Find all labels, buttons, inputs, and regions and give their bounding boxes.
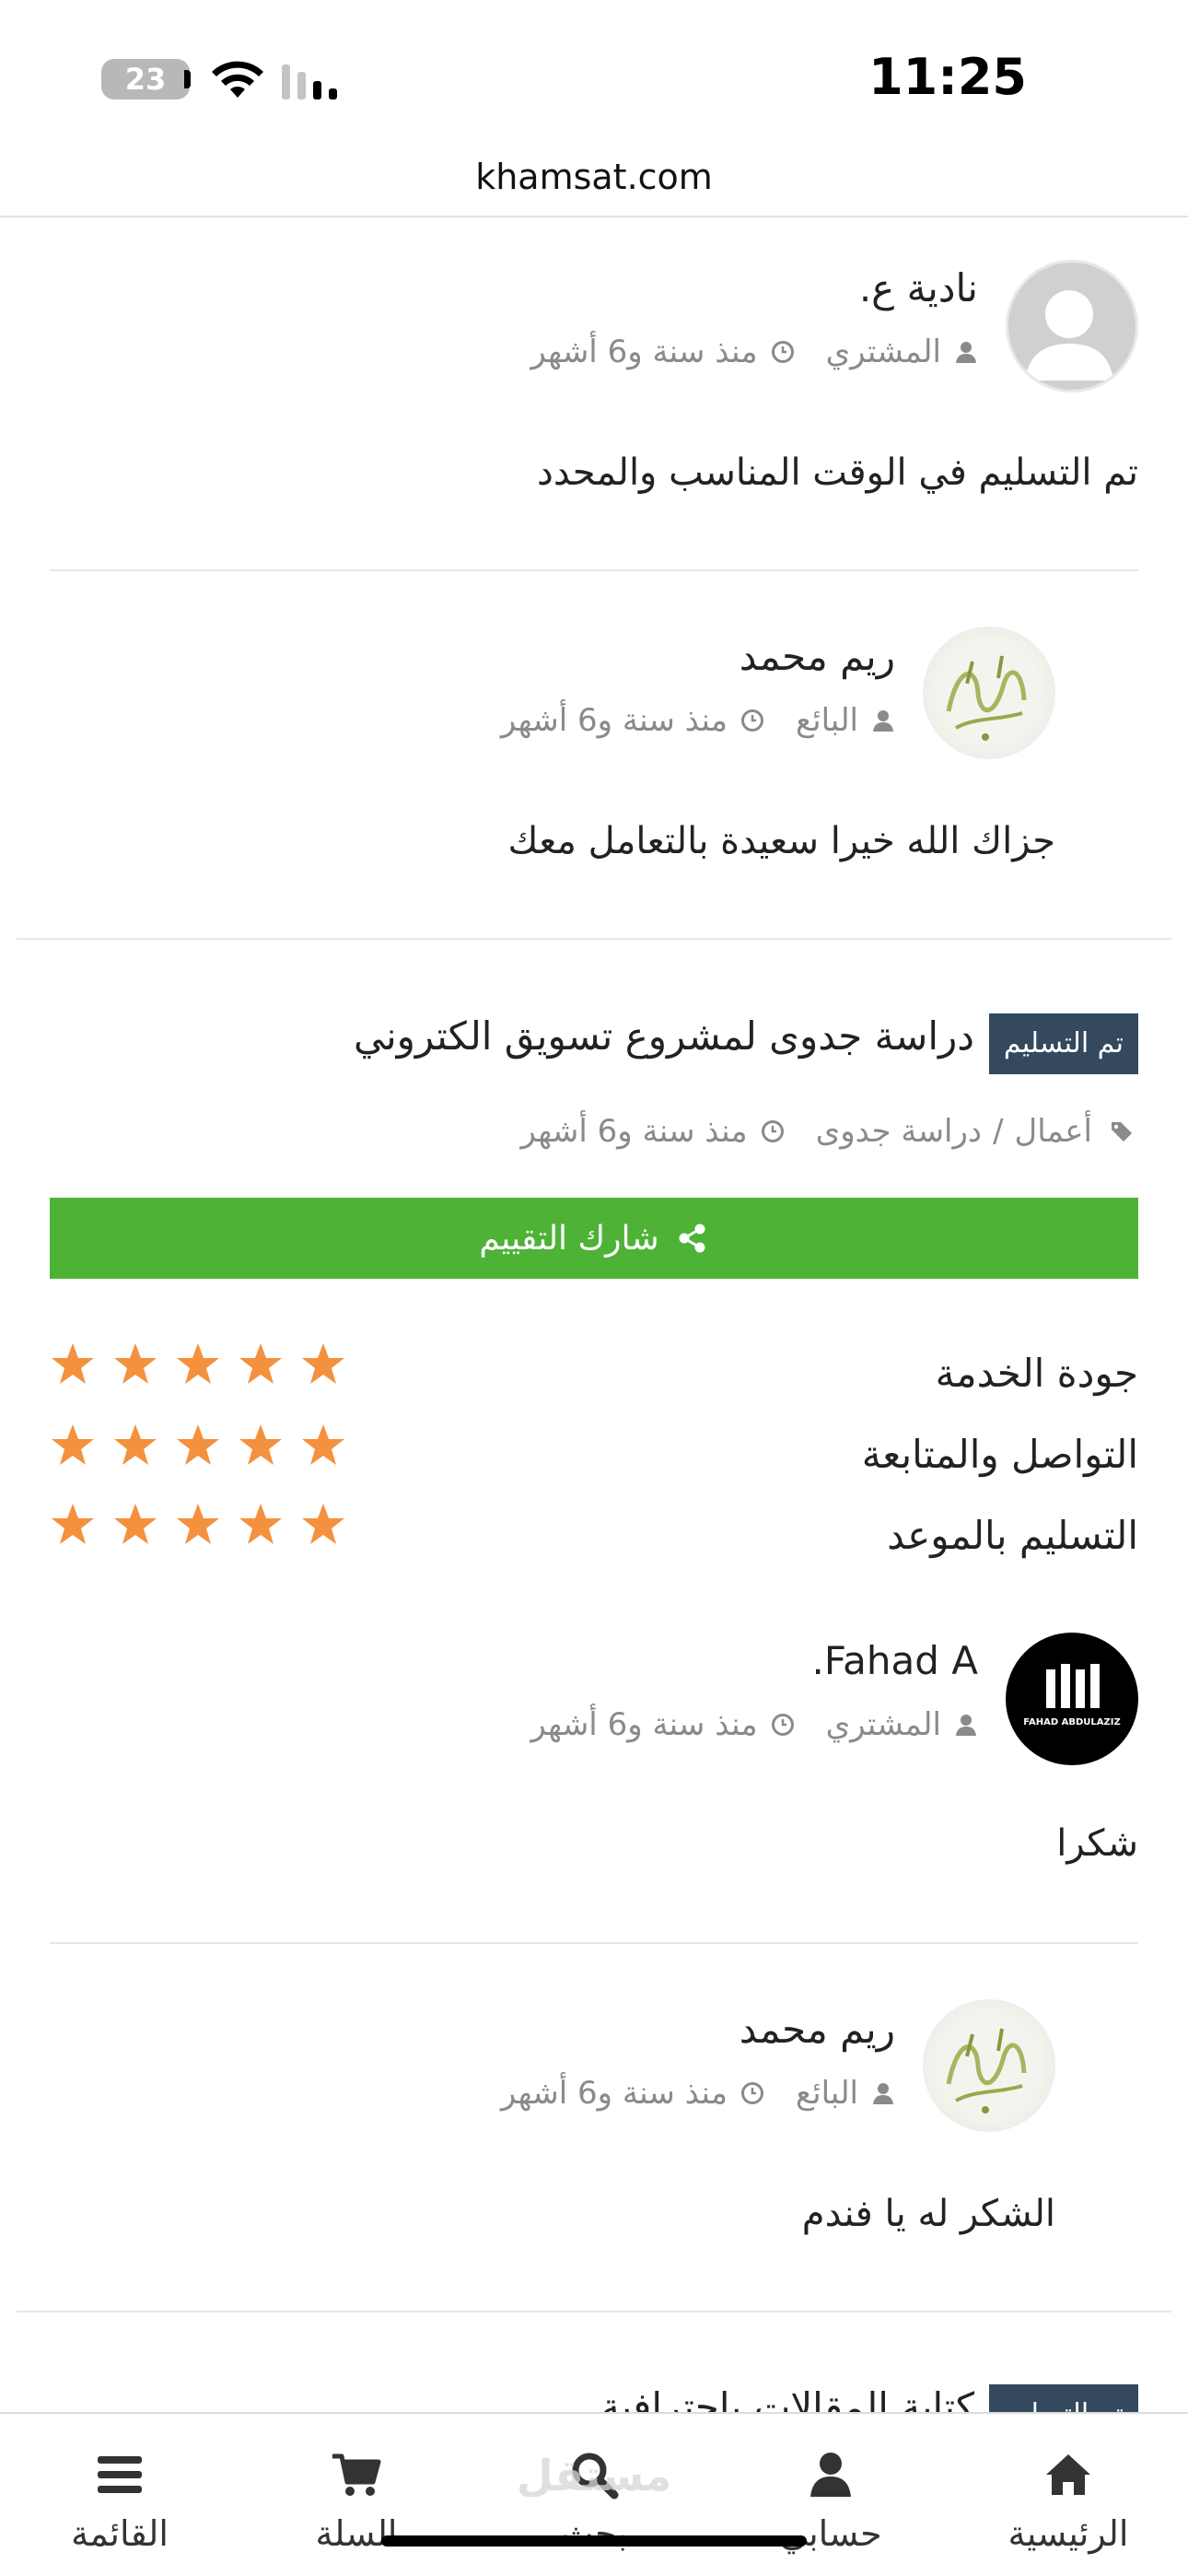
review-time: منذ سنة و6 أشهر bbox=[500, 702, 728, 739]
avatar-default-user[interactable] bbox=[1006, 260, 1138, 392]
status-badge: تم التسليم bbox=[988, 1013, 1138, 1074]
share-review-button[interactable]: شارك التقييم bbox=[50, 1198, 1138, 1279]
star-icon bbox=[239, 1343, 282, 1384]
home-indicator[interactable] bbox=[381, 2535, 807, 2547]
nav-menu[interactable]: القائمة bbox=[18, 2414, 221, 2576]
calligraphy-logo-icon bbox=[946, 2028, 1027, 2113]
star-icon bbox=[239, 1504, 282, 1544]
watermark: مستقل bbox=[516, 2451, 672, 2500]
clock-icon bbox=[761, 1120, 784, 1142]
star-icon bbox=[52, 1424, 94, 1465]
share-label: شارك التقييم bbox=[479, 1219, 659, 1258]
review-meta: المشتري منذ سنة و6 أشهر bbox=[530, 334, 978, 370]
reviewer-name[interactable]: Fahad A. bbox=[812, 1638, 979, 1683]
star-icon bbox=[52, 1343, 94, 1384]
url-text: khamsat.com bbox=[475, 157, 713, 197]
reviewer-role: المشتري bbox=[825, 334, 941, 370]
user-icon bbox=[956, 1715, 976, 1736]
star-icon bbox=[114, 1424, 157, 1465]
star-icon bbox=[302, 1424, 344, 1465]
avatar-calligraphy[interactable] bbox=[923, 1999, 1055, 2132]
star-icon bbox=[177, 1424, 219, 1465]
star-icon bbox=[52, 1504, 94, 1544]
divider bbox=[17, 938, 1171, 940]
rating-label-quality: جودة الخدمة bbox=[935, 1351, 1138, 1396]
tags-icon bbox=[1112, 1122, 1132, 1142]
review-text: تم التسليم في الوقت المناسب والمحدد bbox=[537, 451, 1138, 494]
nav-search-label: بحث bbox=[560, 2513, 628, 2554]
nav-home[interactable]: الرئيسية bbox=[967, 2414, 1170, 2576]
fahad-logo-text: FAHAD ABDULAZIZ bbox=[1023, 1717, 1120, 1727]
star-icon bbox=[114, 1343, 157, 1384]
nav-home-label: الرئيسية bbox=[1007, 2513, 1129, 2554]
cellular-signal-icon bbox=[282, 64, 337, 100]
reviewer-role: البائع bbox=[796, 2075, 858, 2112]
review-time: منذ سنة و6 أشهر bbox=[500, 2075, 728, 2112]
user-icon bbox=[873, 2083, 893, 2104]
service-meta: أعمال / دراسة جدوى منذ سنة و6 أشهر bbox=[520, 1113, 1138, 1150]
page: 23 11:25 khamsat.com نادية ع. المشتري من… bbox=[0, 0, 1188, 2576]
avatar-fahad[interactable]: FAHAD ABDULAZIZ bbox=[1006, 1633, 1138, 1765]
star-icon bbox=[114, 1504, 157, 1544]
clock-icon bbox=[741, 2082, 764, 2104]
category-parent-link[interactable]: أعمال bbox=[1015, 1113, 1092, 1150]
clock-icon bbox=[771, 341, 794, 363]
home-icon bbox=[1046, 2454, 1090, 2495]
divider bbox=[50, 1942, 1138, 1944]
reviewer-name[interactable]: ريم محمد bbox=[740, 634, 895, 679]
clock-icon bbox=[741, 709, 764, 732]
menu-icon bbox=[98, 2456, 142, 2493]
reviewer-role: المشتري bbox=[825, 1706, 941, 1743]
battery-cap-icon bbox=[184, 70, 191, 88]
star-icon bbox=[177, 1504, 219, 1544]
service-time: منذ سنة و6 أشهر bbox=[520, 1113, 748, 1150]
calligraphy-logo-icon bbox=[946, 655, 1027, 741]
status-time: 11:25 bbox=[868, 48, 1027, 106]
cart-icon bbox=[332, 2453, 381, 2496]
default-user-icon bbox=[1025, 290, 1113, 381]
review-meta: البائع منذ سنة و6 أشهر bbox=[501, 702, 895, 739]
rating-stars-communication bbox=[50, 1423, 346, 1469]
reviewer-name[interactable]: نادية ع. bbox=[859, 265, 978, 310]
review-text: شكرا bbox=[1056, 1822, 1138, 1865]
browser-url[interactable]: khamsat.com bbox=[0, 157, 1188, 217]
review-text: جزاك الله خيرا سعيدة بالتعامل معك bbox=[507, 820, 1055, 862]
rating-stars-delivery bbox=[50, 1502, 346, 1548]
rating-stars-quality bbox=[50, 1341, 346, 1388]
service-title-link[interactable]: دراسة جدوى لمشروع تسويق الكتروني bbox=[354, 1013, 974, 1059]
nav-menu-label: القائمة bbox=[71, 2513, 169, 2554]
user-icon bbox=[956, 342, 976, 363]
star-icon bbox=[302, 1343, 344, 1384]
status-bar: 23 11:25 bbox=[0, 0, 1188, 157]
user-icon bbox=[873, 710, 893, 732]
rating-label-delivery: التسليم بالموعد bbox=[887, 1513, 1138, 1558]
nav-cart-label: السلة bbox=[315, 2513, 398, 2554]
category-separator: / bbox=[993, 1113, 1004, 1150]
divider bbox=[50, 569, 1138, 571]
user-icon bbox=[810, 2453, 851, 2497]
review-text: الشكر له يا فندم bbox=[801, 2193, 1055, 2235]
review-time: منذ سنة و6 أشهر bbox=[530, 334, 758, 370]
reviewer-role: البائع bbox=[796, 702, 858, 739]
review-meta: البائع منذ سنة و6 أشهر bbox=[501, 2075, 895, 2112]
battery-icon: 23 bbox=[101, 59, 190, 100]
star-icon bbox=[239, 1424, 282, 1465]
nav-account[interactable]: حسابي bbox=[729, 2414, 932, 2576]
fahad-abdulaziz-logo: FAHAD ABDULAZIZ bbox=[1023, 1664, 1121, 1727]
nav-cart[interactable]: السلة bbox=[255, 2414, 458, 2576]
star-icon bbox=[177, 1343, 219, 1384]
battery-level: 23 bbox=[124, 62, 167, 97]
share-icon bbox=[679, 1224, 705, 1253]
review-time: منذ سنة و6 أشهر bbox=[530, 1706, 758, 1743]
rating-label-communication: التواصل والمتابعة bbox=[861, 1432, 1138, 1477]
reviewer-name[interactable]: ريم محمد bbox=[740, 2007, 895, 2052]
nav-account-label: حسابي bbox=[779, 2513, 882, 2554]
avatar-calligraphy[interactable] bbox=[923, 626, 1055, 759]
star-icon bbox=[302, 1504, 344, 1544]
divider bbox=[17, 2311, 1171, 2313]
category-link[interactable]: دراسة جدوى bbox=[816, 1113, 982, 1150]
clock-icon bbox=[771, 1714, 794, 1736]
wifi-icon bbox=[212, 61, 263, 98]
review-meta: المشتري منذ سنة و6 أشهر bbox=[530, 1706, 978, 1743]
